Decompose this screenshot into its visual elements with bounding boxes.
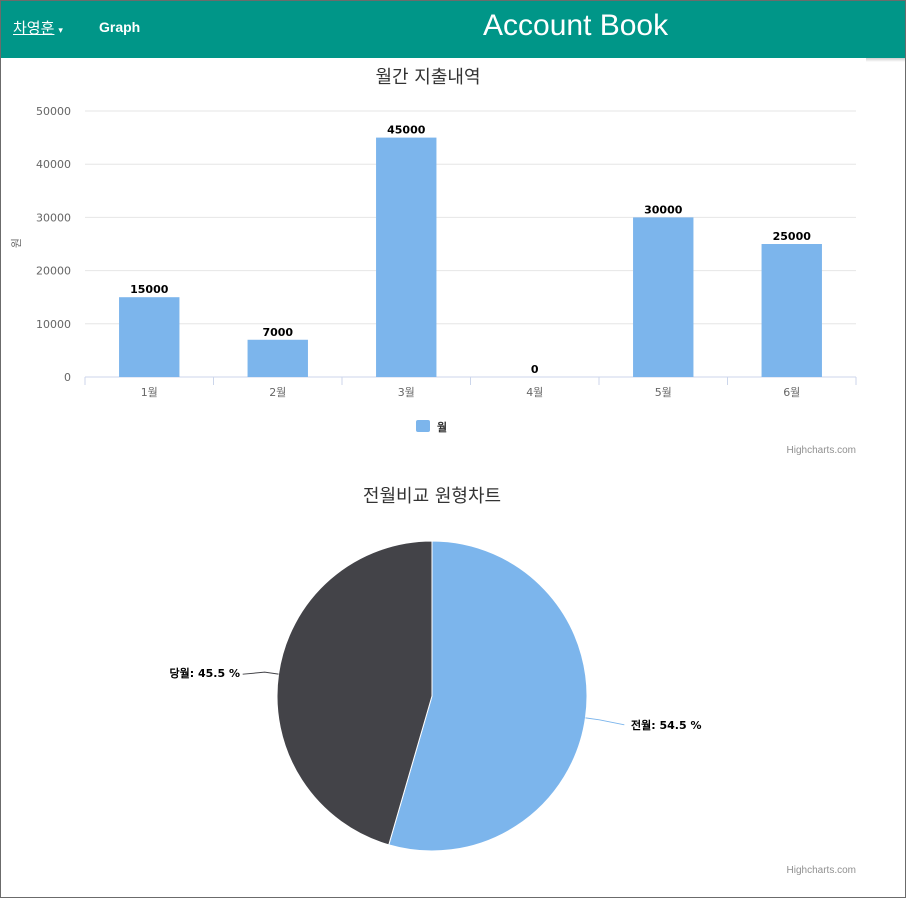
y-tick-label: 30000 [36, 211, 71, 224]
highcharts-credit-pie[interactable]: Highcharts.com [787, 865, 856, 876]
x-tick-label: 5월 [655, 386, 672, 399]
x-tick-label: 3월 [398, 386, 415, 399]
bar[interactable] [633, 217, 694, 377]
bar-data-label: 45000 [387, 124, 426, 137]
x-tick-label: 6월 [783, 386, 800, 399]
x-tick-label: 4월 [526, 386, 543, 399]
y-tick-label: 10000 [36, 318, 71, 331]
pie-connector-line [242, 671, 279, 675]
highcharts-credit[interactable]: Highcharts.com [787, 445, 856, 456]
x-tick-label: 1월 [141, 386, 158, 399]
y-tick-label: 0 [64, 371, 71, 384]
bar-data-label: 30000 [644, 203, 683, 216]
y-tick-label: 20000 [36, 265, 71, 278]
charts-canvas: 월간 지출내역 0 10000 20000 30000 40000 50000 원 150… [10, 67, 857, 876]
y-tick-label: 40000 [36, 158, 71, 171]
bar[interactable] [376, 137, 437, 377]
x-tick-label: 2월 [269, 386, 286, 399]
y-axis-title: 원 [10, 238, 23, 248]
monthly-expense-chart: 월간 지출내역 0 10000 20000 30000 40000 50000 원 150… [10, 67, 857, 456]
bar[interactable] [247, 339, 308, 377]
bar[interactable] [119, 297, 180, 377]
legend-swatch [416, 420, 430, 432]
pie-chart-title: 전월비교 원형차트 [363, 486, 501, 507]
bar-data-label: 0 [531, 363, 539, 376]
bar-legend[interactable]: 월 [416, 420, 447, 434]
month-comparison-pie-chart: 전월비교 원형차트 전월: 54.5 % 당월: 45.5 % Highchar… [170, 486, 856, 876]
bar-data-label: 7000 [262, 326, 293, 339]
bar[interactable] [761, 244, 822, 377]
bar-chart-title: 월간 지출내역 [375, 67, 480, 88]
bar-data-label: 15000 [130, 283, 169, 296]
legend-item-label: 월 [437, 420, 447, 434]
pie-connector-line [585, 717, 625, 726]
pie-label-previous-month: 전월: 54.5 % [631, 718, 701, 732]
bar-data-label: 25000 [773, 230, 812, 243]
y-tick-label: 50000 [36, 105, 71, 118]
pie-label-current-month: 당월: 45.5 % [170, 666, 240, 680]
